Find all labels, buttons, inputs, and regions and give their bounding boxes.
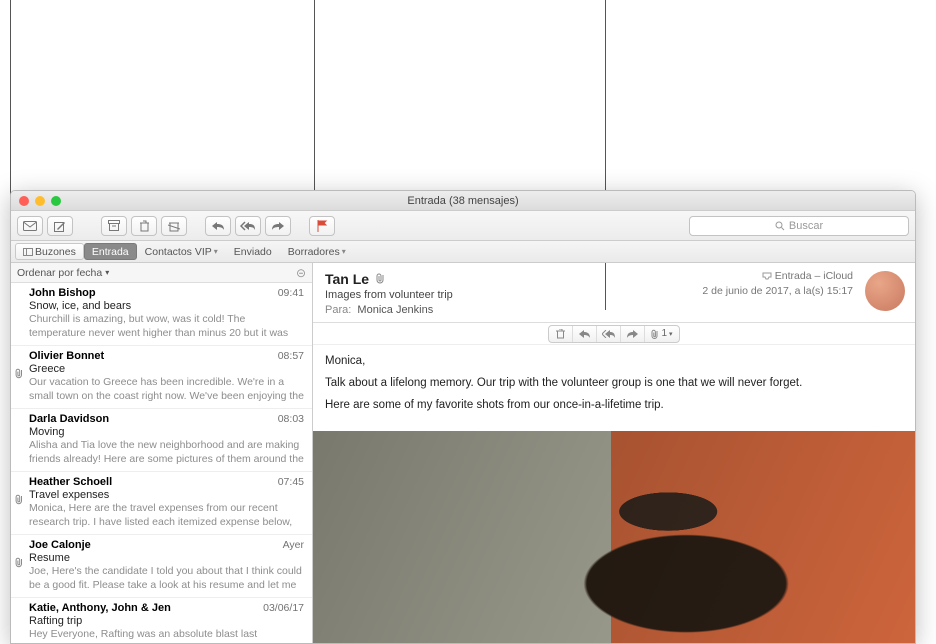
message-row[interactable]: Olivier Bonnet 08:57GreeceOur vacation to… <box>11 346 312 409</box>
attachment-icon <box>376 273 386 287</box>
toolbar: Buscar <box>11 211 915 241</box>
message-row[interactable]: Katie, Anthony, John & Jen 03/06/17Raftin… <box>11 598 312 643</box>
mailbox-indicator[interactable]: Entrada – iCloud <box>762 270 853 282</box>
message-preview: Our vacation to Greece has been incredib… <box>29 376 304 402</box>
message-date: 2 de junio de 2017, a la(s) 15:17 <box>702 285 853 297</box>
sort-bar[interactable]: Ordenar por fecha ▾ ⊝ <box>11 263 312 283</box>
message-row[interactable]: Darla Davidson 08:03MovingAlisha and Tia … <box>11 409 312 472</box>
mail-window: Entrada (38 mensajes) <box>10 190 916 644</box>
message-list-pane: Ordenar por fecha ▾ ⊝ John Bishop 09:41Sn… <box>11 263 313 643</box>
compose-button[interactable] <box>47 216 73 236</box>
to-label: Para: <box>325 304 351 316</box>
forward-button[interactable] <box>265 216 291 236</box>
message-row[interactable]: Heather Schoell 07:45Travel expensesMonic… <box>11 472 312 535</box>
message-body: Monica, Talk about a lifelong memory. Ou… <box>313 345 915 431</box>
get-mail-button[interactable] <box>17 216 43 236</box>
message-preview: Monica, Here are the travel expenses fro… <box>29 502 304 528</box>
flag-button[interactable] <box>309 216 335 236</box>
chevron-down-icon: ▾ <box>214 247 218 256</box>
message-preview: Hey Everyone, Rafting was an absolute bl… <box>29 628 304 643</box>
sender-name: Joe Calonje <box>29 539 91 551</box>
sender-name: Heather Schoell <box>29 476 112 488</box>
message-preview: Churchill is amazing, but wow, was it co… <box>29 313 304 339</box>
mailboxes-button[interactable]: Buzones <box>15 243 84 260</box>
chevron-down-icon: ▾ <box>342 247 346 256</box>
favorites-bar: Buzones Entrada Contactos VIP▾ Enviado B… <box>11 241 915 263</box>
chevron-down-icon: ▾ <box>105 268 109 277</box>
search-placeholder: Buscar <box>789 220 823 232</box>
sort-label: Ordenar por fecha <box>17 267 102 279</box>
message-time: 09:41 <box>278 287 304 299</box>
sender-name: Katie, Anthony, John & Jen <box>29 602 171 614</box>
reply-button[interactable] <box>205 216 231 236</box>
sender-name: Olivier Bonnet <box>29 350 104 362</box>
attached-image[interactable] <box>313 431 915 643</box>
message-subject: Greece <box>29 363 304 375</box>
mini-attachments-button[interactable]: 1 ▾ <box>645 326 679 342</box>
reply-all-button[interactable] <box>235 216 261 236</box>
message-subject: Rafting trip <box>29 615 304 627</box>
message-subject: Moving <box>29 426 304 438</box>
message-action-bar: 1 ▾ <box>313 323 915 345</box>
sender-name: John Bishop <box>29 287 96 299</box>
message-time: 08:57 <box>278 350 304 362</box>
mini-forward-button[interactable] <box>621 326 645 342</box>
from-name: Tan Le <box>325 271 369 287</box>
message-preview-pane: Tan Le Images from volunteer trip Para: … <box>313 263 915 643</box>
message-time: 07:45 <box>278 476 304 488</box>
message-preview: Joe, Here's the candidate I told you abo… <box>29 565 304 591</box>
attachment-icon <box>15 368 24 379</box>
archive-button[interactable] <box>101 216 127 236</box>
junk-button[interactable] <box>161 216 187 236</box>
body-greeting: Monica, <box>325 355 903 367</box>
sidebar-icon <box>23 248 33 256</box>
message-subject: Resume <box>29 552 304 564</box>
sender-name: Darla Davidson <box>29 413 109 425</box>
message-row[interactable]: Joe Calonje AyerResumeJoe, Here's the can… <box>11 535 312 598</box>
body-p2: Here are some of my favorite shots from … <box>325 399 903 411</box>
fav-drafts[interactable]: Borradores▾ <box>280 243 354 260</box>
to-name[interactable]: Monica Jenkins <box>357 304 433 316</box>
attachment-icon <box>651 329 659 339</box>
message-preview: Alisha and Tia love the new neighborhood… <box>29 439 304 465</box>
inbox-icon <box>762 272 772 281</box>
search-icon <box>775 221 785 231</box>
message-time: Ayer <box>283 539 304 551</box>
attachment-icon <box>15 557 24 568</box>
message-row[interactable]: John Bishop 09:41Snow, ice, and bearsChur… <box>11 283 312 346</box>
message-time: 03/06/17 <box>263 602 304 614</box>
fav-inbox[interactable]: Entrada <box>84 243 137 260</box>
titlebar: Entrada (38 mensajes) <box>11 191 915 211</box>
mini-reply-all-button[interactable] <box>597 326 621 342</box>
delete-button[interactable] <box>131 216 157 236</box>
filter-icon[interactable]: ⊝ <box>296 266 306 280</box>
fav-vip[interactable]: Contactos VIP▾ <box>137 243 226 260</box>
fav-sent[interactable]: Enviado <box>226 243 280 260</box>
message-header: Tan Le Images from volunteer trip Para: … <box>313 263 915 323</box>
message-subject: Snow, ice, and bears <box>29 300 304 312</box>
avatar[interactable] <box>865 271 905 311</box>
message-time: 08:03 <box>278 413 304 425</box>
message-subject: Travel expenses <box>29 489 304 501</box>
window-title: Entrada (38 mensajes) <box>11 195 915 207</box>
attachment-icon <box>15 494 24 505</box>
mini-delete-button[interactable] <box>549 326 573 342</box>
search-field[interactable]: Buscar <box>689 216 909 236</box>
body-p1: Talk about a lifelong memory. Our trip w… <box>325 377 903 389</box>
mini-reply-button[interactable] <box>573 326 597 342</box>
chevron-down-icon: ▾ <box>669 330 673 338</box>
